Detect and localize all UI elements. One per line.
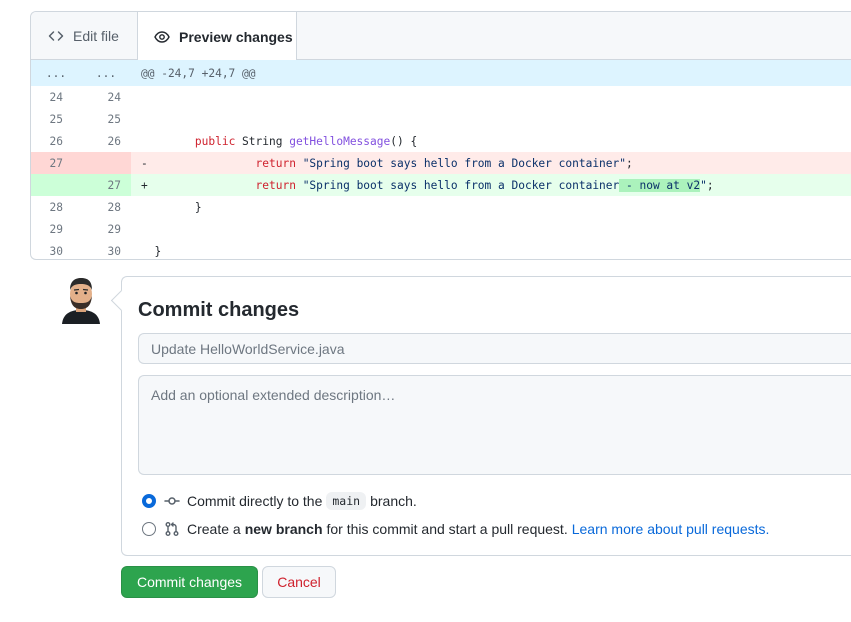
code-rest: ; [626,156,633,170]
code-rest: } [194,200,202,214]
tab-edit-file-label: Edit file [73,28,119,44]
new-line-number[interactable] [81,152,131,174]
new-line-number[interactable]: 27 [81,174,131,196]
diff-row: 25 25 [31,108,851,130]
code-function: getHelloMessage [289,134,391,148]
code-keyword: return [255,156,296,170]
commit-summary-input[interactable] [138,333,851,364]
diff-row: 28 28 } [31,196,851,218]
old-line-number[interactable]: 29 [31,218,81,240]
old-line-number[interactable]: 28 [31,196,81,218]
diff-row: 30 30 } [31,240,851,259]
commit-description-input[interactable] [138,375,851,475]
new-line-number[interactable]: 25 [81,108,131,130]
diff-table: ... ... @@ -24,7 +24,7 @@ 24 24 25 25 26… [31,60,851,259]
code-icon [47,28,65,44]
new-line-number[interactable]: 29 [81,218,131,240]
code-keyword: return [255,178,296,192]
hunk-expand-right[interactable]: ... [81,60,131,86]
code-rest: } [154,244,162,258]
new-line-number[interactable]: 24 [81,86,131,108]
code-line: public String getHelloMessage() { [131,135,851,148]
new-line-number[interactable]: 30 [81,240,131,259]
diff-row: 24 24 [31,86,851,108]
diff-row: 29 29 [31,218,851,240]
option-new-branch-bold: new branch [244,521,323,537]
option-commit-directly-text: Commit directly to the [187,493,323,509]
option-commit-directly[interactable]: Commit directly to the main branch. [142,492,417,510]
code-string: "Spring boot says hello from a Docker co… [295,178,620,192]
cancel-button[interactable]: Cancel [262,566,336,598]
new-line-number[interactable]: 26 [81,130,131,152]
tab-preview-changes[interactable]: Preview changes [137,12,297,61]
editor-tabbar: Edit file Preview changes [31,12,851,61]
code-string-end: " [700,178,707,192]
old-line-number[interactable]: 26 [31,130,81,152]
code-line: + return "Spring boot says hello from a … [131,178,851,192]
code-string: "Spring boot says hello from a Docker co… [295,156,626,170]
commit-form: Commit changes Commit directly to the ma… [121,276,851,556]
diff-row: 26 26 public String getHelloMessage() { [31,130,851,152]
git-commit-icon [164,493,180,509]
commit-form-title: Commit changes [138,299,300,321]
tab-edit-file[interactable]: Edit file [31,12,137,60]
radio-commit-directly[interactable] [142,494,156,508]
hunk-text: @@ -24,7 +24,7 @@ [141,66,256,80]
diff-marker: + [141,178,148,192]
learn-more-pull-requests-link[interactable]: Learn more about pull requests. [572,521,770,537]
radio-new-branch[interactable] [142,522,156,536]
code-line: } [131,201,851,214]
eye-icon [153,29,171,45]
hunk-expand-left[interactable]: ... [31,60,81,86]
code-keyword: public [194,134,236,148]
code-added-highlight: - now at v2 [619,178,701,192]
diff-marker: - [141,156,148,170]
git-pull-request-icon [164,521,180,537]
code-line: - return "Spring boot says hello from a … [131,157,851,170]
old-line-number[interactable]: 27 [31,152,81,174]
branch-name: main [326,492,367,510]
avatar[interactable] [60,276,102,324]
option-commit-directly-suffix: branch. [370,493,417,509]
diff-row-addition: 27 + return "Spring boot says hello from… [31,174,851,196]
option-new-branch[interactable]: Create a new branch for this commit and … [142,521,769,537]
code-rest: ; [706,178,714,192]
old-line-number[interactable]: 24 [31,86,81,108]
code-line: } [131,245,851,258]
diff-hunk-header: ... ... @@ -24,7 +24,7 @@ [31,60,851,86]
old-line-number[interactable]: 25 [31,108,81,130]
code-type: String [235,134,290,148]
tab-preview-changes-label: Preview changes [179,28,293,45]
old-line-number[interactable] [31,174,81,196]
code-rest: () { [390,134,418,148]
old-line-number[interactable]: 30 [31,240,81,259]
diff-row-deletion: 27 - return "Spring boot says hello from… [31,152,851,174]
commit-changes-button[interactable]: Commit changes [121,566,258,598]
option-new-branch-text: Create a [187,521,241,537]
option-new-branch-suffix: for this commit and start a pull request… [326,521,568,537]
new-line-number[interactable]: 28 [81,196,131,218]
diff-panel: Edit file Preview changes ... ... @@ -24… [30,11,851,260]
